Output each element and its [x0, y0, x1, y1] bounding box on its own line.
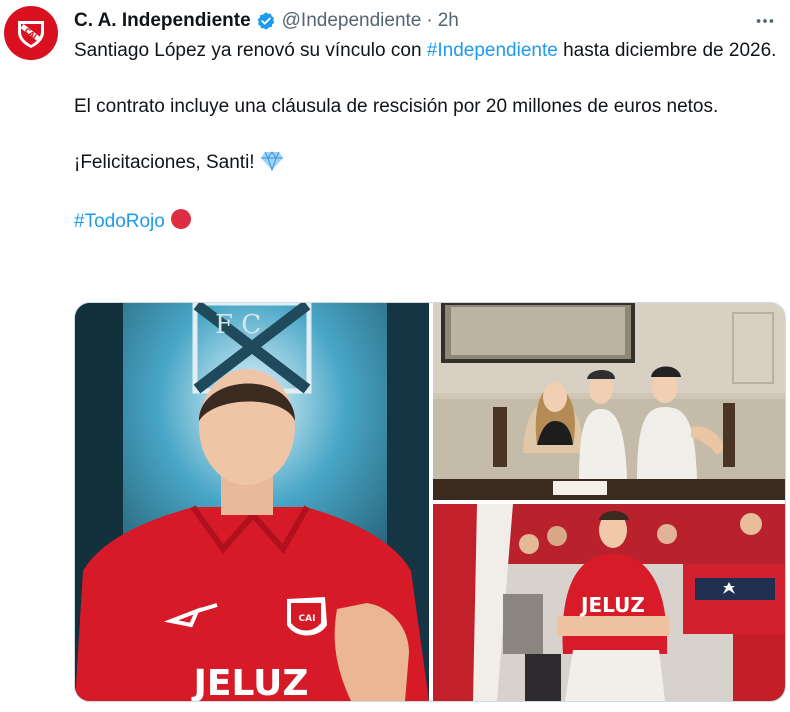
verified-badge-icon — [256, 11, 276, 31]
tweet-text: Santiago López ya renovó su vínculo con … — [74, 37, 780, 239]
portrait-illustration: F C CAI JELUZ — [75, 303, 429, 701]
paragraph-4: #TodoRojo — [74, 208, 780, 239]
user-handle[interactable]: @Independiente — [282, 10, 422, 32]
more-options-icon[interactable] — [754, 10, 776, 32]
sign-letters: F C — [215, 310, 261, 340]
display-name[interactable]: C. A. Independiente — [74, 10, 251, 32]
photo-player-seated[interactable]: JELUZ — [433, 504, 785, 701]
paragraph-3: ¡Felicitaciones, Santi! — [74, 149, 780, 180]
seated-illustration: JELUZ — [433, 504, 785, 701]
photo-contract-signing[interactable] — [433, 303, 785, 500]
badge-text: CAI — [299, 614, 316, 624]
club-crest-icon: CAI — [18, 21, 44, 48]
photo-player-portrait[interactable]: F C CAI JELUZ — [75, 303, 429, 701]
hashtag-link[interactable]: #Independiente — [427, 40, 558, 61]
timestamp[interactable]: 2h — [438, 10, 459, 32]
paragraph-1: Santiago López ya renovó su vínculo con … — [74, 40, 777, 61]
gem-emoji — [260, 151, 284, 180]
sponsor-text: JELUZ — [191, 663, 309, 701]
hashtag-link[interactable]: #TodoRojo — [74, 211, 165, 232]
tweet-header: C. A. Independiente @Independiente · 2h — [74, 8, 776, 34]
header-separator: · — [426, 10, 433, 31]
avatar[interactable]: CAI — [4, 6, 58, 60]
signing-illustration — [433, 303, 785, 500]
paragraph-2: El contrato incluye una cláusula de resc… — [74, 96, 719, 117]
media-grid: F C CAI JELUZ JELUZ — [74, 302, 786, 702]
red-circle-emoji — [170, 208, 192, 239]
sponsor-text-seated: JELUZ — [579, 593, 645, 617]
